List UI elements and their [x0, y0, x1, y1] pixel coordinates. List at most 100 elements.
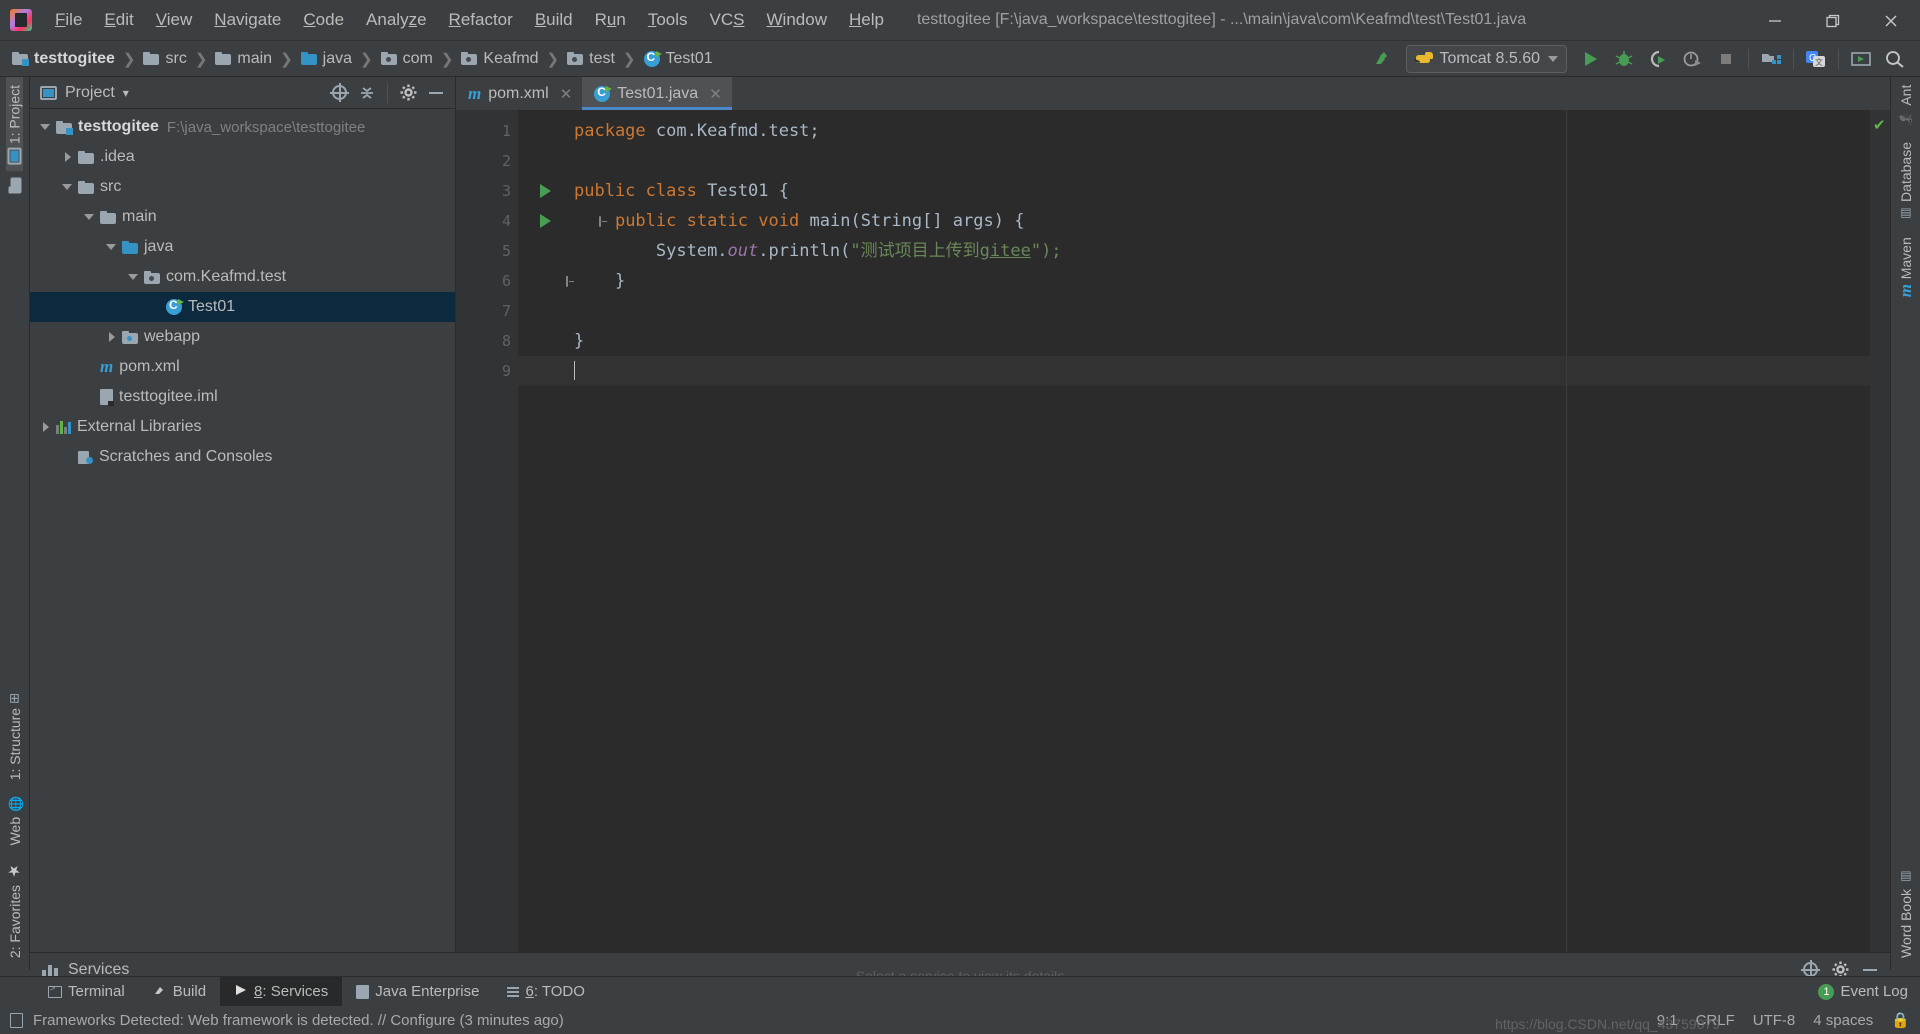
chevron-down-icon[interactable]	[38, 119, 54, 135]
menu-item-edit[interactable]: Edit	[93, 6, 144, 34]
menu-item-build[interactable]: Build	[524, 6, 584, 34]
editor-marker-bar[interactable]: ✔	[1870, 110, 1890, 970]
tree-row-main[interactable]: main	[30, 202, 455, 232]
minimize-button[interactable]	[1746, 0, 1804, 41]
editor-tab-test01[interactable]: Test01.java ✕	[582, 77, 732, 110]
tree-row-java[interactable]: java	[30, 232, 455, 262]
tool-window-services[interactable]: 8: Services	[220, 977, 343, 1006]
sidebar-tab-maven[interactable]: m Maven	[1896, 229, 1916, 305]
locate-icon[interactable]	[326, 81, 352, 105]
sidebar-tab-structure[interactable]: 1: Structure ⊞	[7, 684, 23, 788]
menu-item-code[interactable]: Code	[292, 6, 355, 34]
sidebar-tab-database[interactable]: ▤ Database	[1898, 134, 1914, 229]
notification-icon[interactable]	[10, 1012, 23, 1028]
breadcrumb-item-test[interactable]: test	[567, 50, 615, 68]
menu-item-file[interactable]: FFileile	[44, 6, 93, 34]
run-with-coverage-icon[interactable]	[1641, 44, 1675, 74]
breadcrumb-item-class[interactable]: Test01	[643, 50, 713, 68]
sidebar-tab-web[interactable]: Web 🌐	[7, 788, 23, 853]
tool-window-java-enterprise[interactable]: Java Enterprise	[342, 977, 493, 1006]
indent-setting[interactable]: 4 spaces	[1813, 1012, 1873, 1029]
breadcrumb-item-project[interactable]: testtogitee	[12, 50, 115, 68]
tree-row-test01[interactable]: Test01	[30, 292, 455, 322]
sidebar-tab-word-book[interactable]: Word Book ▤	[1898, 862, 1914, 966]
sidebar-tab-structure-alt[interactable]	[7, 171, 23, 196]
tool-window-event-log[interactable]: 1 Event Log	[1804, 983, 1908, 1000]
breadcrumb-item-keafmd[interactable]: Keafmd	[461, 50, 539, 68]
menu-item-vcs[interactable]: VCS	[699, 6, 756, 34]
line-number: 4	[501, 212, 511, 230]
search-everywhere-icon[interactable]	[1878, 44, 1912, 74]
chevron-down-icon[interactable]: ▾	[123, 86, 129, 100]
sidebar-tab-ant[interactable]: 🐜 Ant	[1898, 77, 1914, 134]
tree-row-testtogitee[interactable]: testtogitee F:\java_workspace\testtogite…	[30, 112, 455, 142]
editor-tab-label: Test01.java	[617, 84, 699, 102]
close-icon[interactable]: ✕	[709, 85, 722, 103]
tree-row-idea[interactable]: .idea	[30, 142, 455, 172]
breadcrumb-separator: ❯	[622, 50, 636, 68]
maximize-button[interactable]	[1804, 0, 1862, 41]
menu-item-navigate[interactable]: Navigate	[203, 6, 292, 34]
sidebar-tab-favorites[interactable]: 2: Favorites ★	[6, 854, 24, 966]
menu-item-view[interactable]: View	[145, 6, 204, 34]
chevron-right-icon[interactable]	[104, 329, 120, 345]
tree-row-iml[interactable]: testtogitee.iml	[30, 382, 455, 412]
menu-item-tools[interactable]: Tools	[637, 6, 699, 34]
debug-icon[interactable]	[1607, 44, 1641, 74]
editor-tab-pom[interactable]: m pom.xml ✕	[456, 77, 582, 110]
chevron-right-icon[interactable]	[60, 149, 76, 165]
tree-row-webapp[interactable]: webapp	[30, 322, 455, 352]
breadcrumb-item-main[interactable]: main	[215, 50, 272, 68]
chevron-right-icon[interactable]	[38, 419, 54, 435]
menu-item-refactor[interactable]: Refactor	[438, 6, 524, 34]
breadcrumb-item-com[interactable]: com	[380, 50, 433, 68]
chevron-down-icon[interactable]	[126, 269, 142, 285]
editor-gutter[interactable]: 1 2 3 4 5 6 7 8 9	[456, 110, 518, 970]
code-text[interactable]: package com.Keafmd.test; public class Te…	[518, 110, 1870, 970]
hide-panel-icon[interactable]	[423, 81, 449, 105]
lock-icon[interactable]: 🔒	[1891, 1011, 1910, 1029]
inspection-ok-icon[interactable]: ✔	[1873, 116, 1886, 134]
stop-icon[interactable]	[1709, 44, 1743, 74]
tree-row-pomxml[interactable]: m pom.xml	[30, 352, 455, 382]
menu-item-run[interactable]: Run	[584, 6, 637, 34]
folder-icon	[100, 210, 116, 224]
file-encoding[interactable]: UTF-8	[1753, 1012, 1796, 1029]
breadcrumb-label: src	[165, 49, 187, 67]
breadcrumb-item-java[interactable]: java	[300, 50, 352, 68]
chevron-down-icon[interactable]	[82, 209, 98, 225]
run-configuration-selector[interactable]: Tomcat 8.5.60	[1405, 45, 1567, 73]
settings-gear-icon[interactable]	[395, 81, 421, 105]
tree-row-src[interactable]: src	[30, 172, 455, 202]
translate-icon[interactable]: G 文	[1799, 44, 1833, 74]
menu-item-window[interactable]: Window	[756, 6, 838, 34]
run-configuration-name: Tomcat 8.5.60	[1439, 50, 1541, 67]
close-button[interactable]	[1862, 0, 1920, 41]
tree-row-package[interactable]: com.Keafmd.test	[30, 262, 455, 292]
project-structure-icon[interactable]	[1754, 44, 1788, 74]
run-icon[interactable]	[1573, 44, 1607, 74]
tree-row-scratches[interactable]: Scratches and Consoles	[30, 442, 455, 472]
breadcrumb-item-src[interactable]: src	[143, 49, 187, 68]
code-editor[interactable]: 1 2 3 4 5 6 7 8 9 package com.Keafmd.tes…	[456, 110, 1890, 970]
chevron-down-icon[interactable]	[104, 239, 120, 255]
close-icon[interactable]: ✕	[560, 85, 573, 103]
tool-window-build[interactable]: Build	[139, 977, 220, 1006]
build-project-icon[interactable]	[1366, 44, 1400, 74]
menu-item-help[interactable]: Help	[838, 6, 895, 34]
open-in-browser-icon[interactable]	[1844, 44, 1878, 74]
menu-item-analyze[interactable]: Analyze	[355, 6, 438, 34]
tree-label: testtogitee.iml	[119, 388, 218, 405]
status-message[interactable]: Frameworks Detected: Web framework is de…	[33, 1012, 564, 1029]
tree-label: java	[144, 238, 174, 255]
profile-icon[interactable]	[1675, 44, 1709, 74]
collapse-all-icon[interactable]	[354, 81, 380, 105]
sidebar-tab-project[interactable]: 1: Project	[6, 77, 23, 172]
tree-row-external-libraries[interactable]: External Libraries	[30, 412, 455, 442]
chevron-down-icon[interactable]	[60, 179, 76, 195]
code-string-link[interactable]: gitee	[980, 241, 1031, 261]
tool-window-todo[interactable]: 6: TODO	[493, 977, 598, 1006]
tool-window-terminal[interactable]: Terminal	[34, 977, 139, 1006]
